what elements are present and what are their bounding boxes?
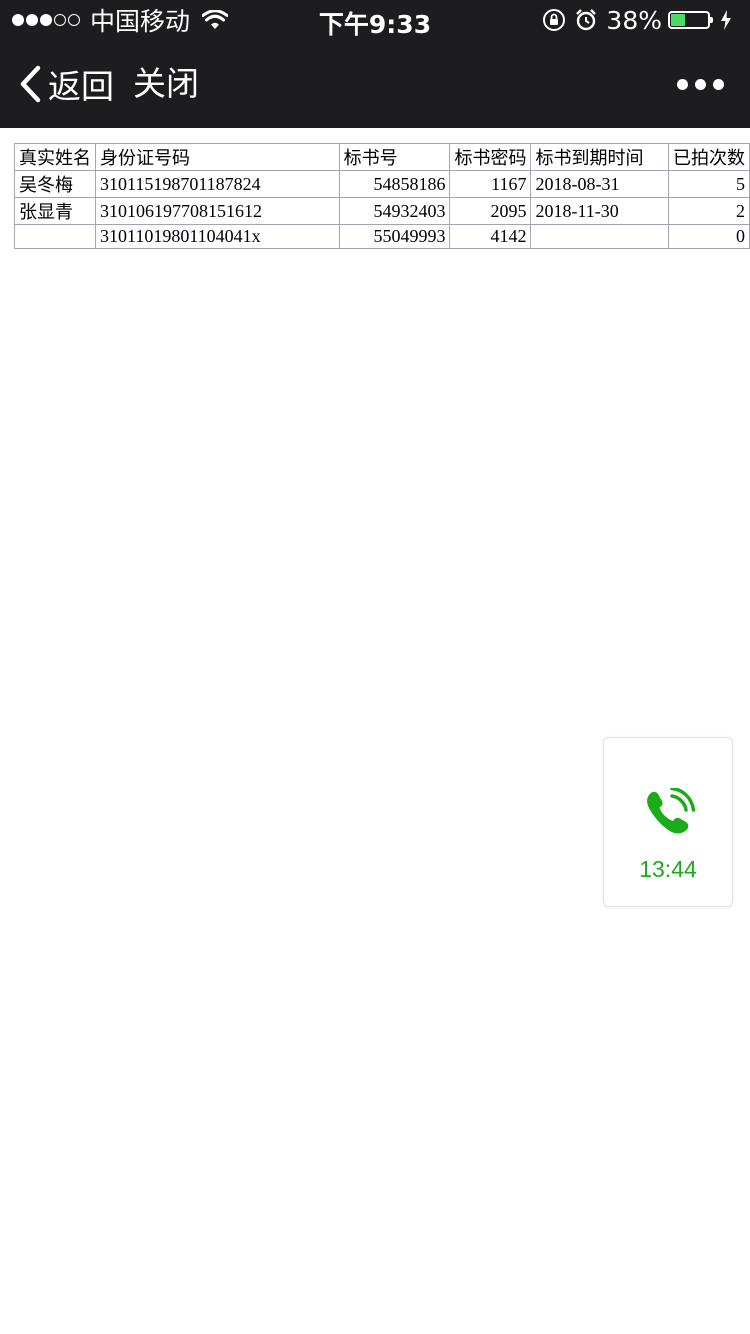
cell-real-name: 吴冬梅	[14, 170, 96, 198]
cell-real-name: 张显青	[14, 197, 96, 225]
cell-bid-password: 2095	[449, 197, 532, 225]
battery-icon	[668, 11, 713, 29]
cell-bid-password: 1167	[449, 170, 532, 198]
table-row: 张显青 310106197708151612 54932403 2095 201…	[14, 197, 750, 225]
wifi-icon	[202, 10, 229, 29]
signal-dot	[12, 14, 24, 26]
navigation-bar: 返回 关闭	[0, 40, 750, 128]
status-right: 38%	[542, 5, 740, 35]
table-row: 吴冬梅 310115198701187824 54858186 1167 201…	[14, 170, 750, 198]
carrier-name: 中国移动	[90, 7, 191, 36]
signal-dot	[26, 14, 38, 26]
cell-id-number: 31011019801104041x	[95, 224, 340, 249]
cell-real-name	[14, 224, 96, 249]
cell-bid-count: 2	[667, 197, 750, 225]
cell-bid-number: 55049993	[338, 224, 451, 249]
more-dot-icon	[695, 78, 706, 90]
battery-level	[671, 14, 685, 26]
back-label: 返回	[48, 67, 114, 106]
more-menu-button[interactable]	[670, 70, 724, 98]
charging-icon	[721, 10, 731, 30]
more-dot-icon	[677, 78, 688, 90]
phone-call-icon	[647, 788, 696, 834]
signal-dot	[68, 14, 80, 26]
header-real-name: 真实姓名	[14, 143, 96, 171]
status-left: 中国移动	[12, 5, 229, 36]
cell-bid-number: 54858186	[338, 170, 451, 198]
cell-bid-number: 54932403	[338, 197, 451, 225]
header-bid-password: 标书密码	[449, 143, 532, 171]
signal-dot	[54, 14, 66, 26]
close-button[interactable]: 关闭	[133, 60, 199, 108]
battery-percentage: 38%	[606, 5, 662, 35]
status-bar: 中国移动 下午9:33 38%	[0, 0, 750, 40]
header-bid-count: 已拍次数	[667, 143, 750, 171]
cell-id-number: 310106197708151612	[95, 197, 340, 225]
cell-bid-password: 4142	[449, 224, 532, 249]
table-row: 31011019801104041x 55049993 4142 0	[14, 224, 750, 249]
bid-info-table: 真实姓名 身份证号码 标书号 标书密码 标书到期时间 已拍次数 吴冬梅 3101…	[14, 143, 750, 249]
signal-strength-icon	[12, 14, 82, 26]
chevron-left-icon	[20, 65, 41, 103]
signal-dot	[40, 14, 52, 26]
alarm-icon	[576, 9, 597, 31]
orientation-lock-icon	[543, 9, 566, 31]
cell-bid-expiry: 2018-08-31	[530, 170, 669, 198]
table-header-row: 真实姓名 身份证号码 标书号 标书密码 标书到期时间 已拍次数	[14, 143, 750, 171]
cell-bid-expiry	[530, 224, 669, 249]
cell-bid-count: 0	[667, 224, 750, 249]
header-bid-number: 标书号	[338, 143, 451, 171]
cell-bid-expiry: 2018-11-30	[530, 197, 669, 225]
call-duration: 13:44	[639, 856, 697, 882]
cell-id-number: 310115198701187824	[95, 170, 340, 198]
cell-bid-count: 5	[667, 170, 750, 198]
floating-call-widget[interactable]: 13:44	[603, 737, 733, 907]
header-bid-expiry: 标书到期时间	[530, 143, 669, 171]
header-id-number: 身份证号码	[95, 143, 340, 171]
more-dot-icon	[713, 78, 724, 90]
back-button[interactable]: 返回	[18, 60, 114, 108]
